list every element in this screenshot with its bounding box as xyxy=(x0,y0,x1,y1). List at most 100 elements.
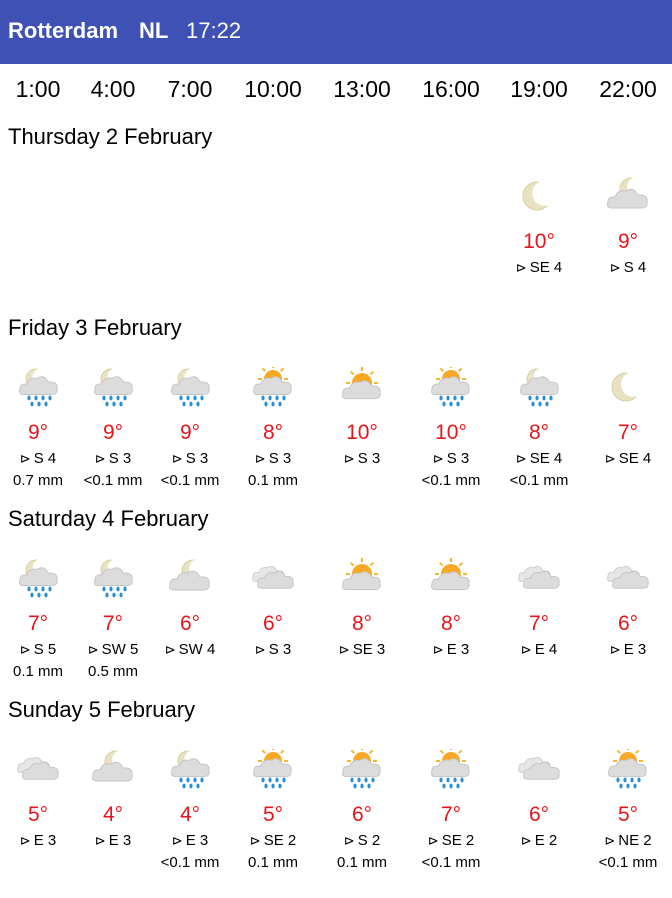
wind-value: SE 2 xyxy=(441,832,475,849)
wind-info: ⊳ SE 3 xyxy=(320,641,404,658)
wind-value: E 2 xyxy=(534,832,558,849)
wind-value: NE 2 xyxy=(618,832,652,849)
hour-label: 7:00 xyxy=(167,76,213,102)
wind-info: ⊳ SE 2 xyxy=(231,832,315,849)
temperature: 9° xyxy=(27,421,49,444)
wind-info: ⊳ S 3 xyxy=(71,450,155,467)
day-title: Saturday 4 February xyxy=(8,506,209,531)
sun-cloud-rain-icon xyxy=(342,749,381,789)
forecast-cell[interactable]: 10° ⊳ S 3 xyxy=(320,367,404,467)
temperature: 6° xyxy=(351,803,373,826)
day-title: Sunday 5 February xyxy=(8,697,196,722)
forecast-cell[interactable]: 9° ⊳ S 4 xyxy=(586,176,670,276)
wind-value: S 3 xyxy=(357,450,381,467)
temperature: 7° xyxy=(102,612,124,635)
forecast-cell[interactable]: 4° ⊳ E 3 <0.1 mm xyxy=(148,749,232,871)
wind-value: SW 5 xyxy=(101,641,139,658)
wind-info: ⊳ S 4 xyxy=(0,450,80,467)
moon-cloud-rain-icon xyxy=(171,368,210,407)
wind-info: ⊳ NE 2 xyxy=(586,832,670,849)
forecast-cell[interactable]: 7° ⊳ SE 4 xyxy=(586,367,670,467)
wind-value: S 3 xyxy=(446,450,470,467)
sun-cloud-icon xyxy=(431,558,470,591)
wind-info: ⊳ E 3 xyxy=(586,641,670,658)
precipitation: 0.5 mm xyxy=(87,663,138,680)
wind-direction-icon: ⊳ xyxy=(164,642,176,657)
clouds-icon xyxy=(518,565,560,589)
wind-direction-icon: ⊳ xyxy=(19,833,31,848)
temperature: 7° xyxy=(27,612,49,635)
precipitation: 0.1 mm xyxy=(336,854,387,871)
wind-direction-icon: ⊳ xyxy=(520,833,532,848)
sun-cloud-icon xyxy=(342,558,381,591)
forecast-cell[interactable]: 5° ⊳ NE 2 <0.1 mm xyxy=(586,749,670,871)
wind-info: ⊳ E 3 xyxy=(409,641,493,658)
forecast-cell[interactable]: 7° ⊳ SE 2 <0.1 mm xyxy=(409,749,493,871)
wind-value: SE 4 xyxy=(529,450,563,467)
forecast-cell[interactable]: 4° ⊳ E 3 xyxy=(71,749,155,849)
wind-info: ⊳ SE 4 xyxy=(586,450,670,467)
temperature: 6° xyxy=(528,803,550,826)
hour-label: 13:00 xyxy=(333,76,391,102)
forecast-cell[interactable]: 9° ⊳ S 4 0.7 mm xyxy=(0,367,80,489)
moon-cloud-rain-icon xyxy=(171,750,210,789)
forecast-cell[interactable]: 8° ⊳ SE 3 xyxy=(320,558,404,658)
forecast-cell[interactable]: 9° ⊳ S 3 <0.1 mm xyxy=(148,367,232,489)
forecast-cell[interactable]: 10° ⊳ S 3 <0.1 mm xyxy=(409,367,493,489)
city-name[interactable]: Rotterdam xyxy=(8,18,118,44)
forecast-cell[interactable]: 8° ⊳ SE 4 <0.1 mm xyxy=(497,367,581,489)
wind-info: ⊳ SW 5 xyxy=(71,641,155,658)
forecast-cell[interactable]: 8° ⊳ E 3 xyxy=(409,558,493,658)
sun-cloud-rain-icon xyxy=(431,749,470,789)
precipitation: <0.1 mm xyxy=(83,472,143,489)
wind-direction-icon: ⊳ xyxy=(171,451,183,466)
temperature: 6° xyxy=(179,612,201,635)
temperature: 5° xyxy=(262,803,284,826)
wind-direction-icon: ⊳ xyxy=(343,833,355,848)
forecast-cell[interactable]: 7° ⊳ E 4 xyxy=(497,558,581,658)
forecast-cell[interactable]: 5° ⊳ E 3 xyxy=(0,749,80,849)
precipitation: <0.1 mm xyxy=(421,472,481,489)
temperature: 10° xyxy=(435,421,467,444)
precipitation: 0.1 mm xyxy=(247,854,298,871)
forecast-cell[interactable]: 7° ⊳ S 5 0.1 mm xyxy=(0,558,80,680)
temperature: 4° xyxy=(179,803,201,826)
forecast-cell[interactable]: 6° ⊳ S 2 0.1 mm xyxy=(320,749,404,871)
forecast-cell[interactable]: 8° ⊳ S 3 0.1 mm xyxy=(231,367,315,489)
forecast-cell[interactable]: 6° ⊳ SW 4 xyxy=(148,558,232,658)
temperature: 10° xyxy=(346,421,378,444)
precipitation: 0.7 mm xyxy=(12,472,63,489)
wind-value: S 2 xyxy=(357,832,381,849)
wind-direction-icon: ⊳ xyxy=(432,451,444,466)
temperature: 9° xyxy=(179,421,201,444)
wind-value: E 3 xyxy=(446,641,470,658)
temperature: 6° xyxy=(617,612,639,635)
forecast-cell[interactable]: 6° ⊳ E 2 xyxy=(497,749,581,849)
wind-info: ⊳ S 2 xyxy=(320,832,404,849)
sun-cloud-rain-icon xyxy=(253,749,292,789)
wind-direction-icon: ⊳ xyxy=(427,833,439,848)
forecast-cell[interactable]: 10° ⊳ SE 4 xyxy=(497,176,581,276)
wind-direction-icon: ⊳ xyxy=(254,451,266,466)
wind-direction-icon: ⊳ xyxy=(609,260,621,275)
forecast-cell[interactable]: 6° ⊳ E 3 xyxy=(586,558,670,658)
forecast-cell[interactable]: 6° ⊳ S 3 xyxy=(231,558,315,658)
forecast-cell[interactable]: 5° ⊳ SE 2 0.1 mm xyxy=(231,749,315,871)
temperature: 5° xyxy=(27,803,49,826)
wind-direction-icon: ⊳ xyxy=(19,451,31,466)
wind-direction-icon: ⊳ xyxy=(19,642,31,657)
wind-value: S 3 xyxy=(268,641,292,658)
temperature: 9° xyxy=(617,230,639,253)
moon-cloud-icon xyxy=(169,558,210,591)
moon-icon xyxy=(611,371,647,402)
forecast-cell[interactable]: 7° ⊳ SW 5 0.5 mm xyxy=(71,558,155,680)
temperature: 8° xyxy=(528,421,550,444)
wind-value: E 3 xyxy=(33,832,57,849)
forecast-cell[interactable]: 9° ⊳ S 3 <0.1 mm xyxy=(71,367,155,489)
wind-info: ⊳ E 2 xyxy=(497,832,581,849)
sun-cloud-rain-icon xyxy=(608,749,647,789)
wind-value: SE 2 xyxy=(263,832,297,849)
moon-cloud-icon xyxy=(607,176,648,209)
precipitation: <0.1 mm xyxy=(509,472,569,489)
wind-value: SE 3 xyxy=(352,641,386,658)
